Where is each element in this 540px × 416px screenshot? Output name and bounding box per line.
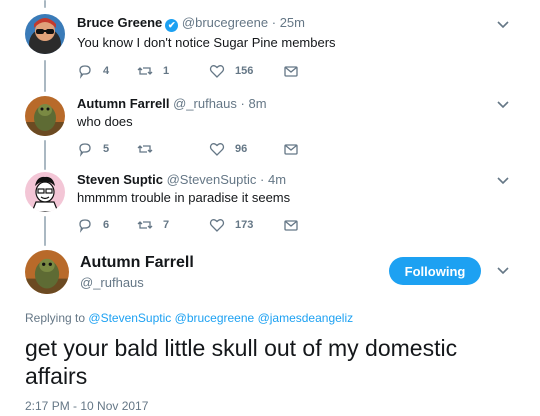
chevron-down-icon[interactable] — [496, 266, 510, 276]
following-button[interactable]: Following — [389, 257, 481, 285]
author-handle[interactable]: @StevenSuptic — [167, 172, 257, 187]
retweet-count: 7 — [163, 219, 170, 231]
avatar-steven-image — [25, 172, 65, 212]
tweet-actions: 6 7 173 — [77, 216, 317, 234]
tweet-steven-suptic[interactable]: Steven Suptic @StevenSuptic · 4m hmmmm t… — [0, 0, 540, 245]
reply-icon — [79, 219, 91, 233]
main-tweet-timestamp[interactable]: 2:17 PM - 10 Nov 2017 — [25, 399, 148, 413]
like-button[interactable]: 173 — [209, 216, 253, 234]
chevron-down-icon[interactable] — [496, 176, 510, 186]
mention-link[interactable]: @jamesdeangeliz — [258, 311, 354, 325]
dm-button[interactable] — [283, 216, 299, 234]
mention-link[interactable]: @brucegreene — [175, 311, 255, 325]
reply-button[interactable]: 6 — [77, 216, 109, 234]
dm-icon — [284, 220, 298, 231]
avatar-autumn-main-image — [25, 250, 69, 294]
main-tweet-text: get your bald little skull out of my dom… — [25, 335, 458, 389]
main-author-handle[interactable]: @_rufhaus — [80, 275, 144, 290]
avatar[interactable] — [25, 172, 65, 212]
replying-prefix: Replying to — [25, 311, 86, 325]
retweet-icon — [137, 221, 153, 229]
tweet-time[interactable]: 4m — [268, 172, 286, 187]
avatar[interactable] — [25, 250, 69, 294]
main-author-name[interactable]: Autumn Farrell — [80, 254, 194, 272]
retweet-button[interactable]: 7 — [137, 216, 169, 234]
like-icon — [209, 219, 225, 232]
author-name[interactable]: Steven Suptic — [77, 172, 163, 187]
tweet-header: Steven Suptic @StevenSuptic · 4m — [77, 172, 286, 187]
meta-separator: · — [260, 172, 265, 187]
replying-to: Replying to @StevenSuptic @brucegreene @… — [25, 311, 353, 325]
like-count: 173 — [235, 219, 254, 231]
tweet-text: hmmmm trouble in paradise it seems — [77, 190, 291, 205]
reply-count: 6 — [103, 219, 110, 231]
mention-link[interactable]: @StevenSuptic — [88, 311, 171, 325]
